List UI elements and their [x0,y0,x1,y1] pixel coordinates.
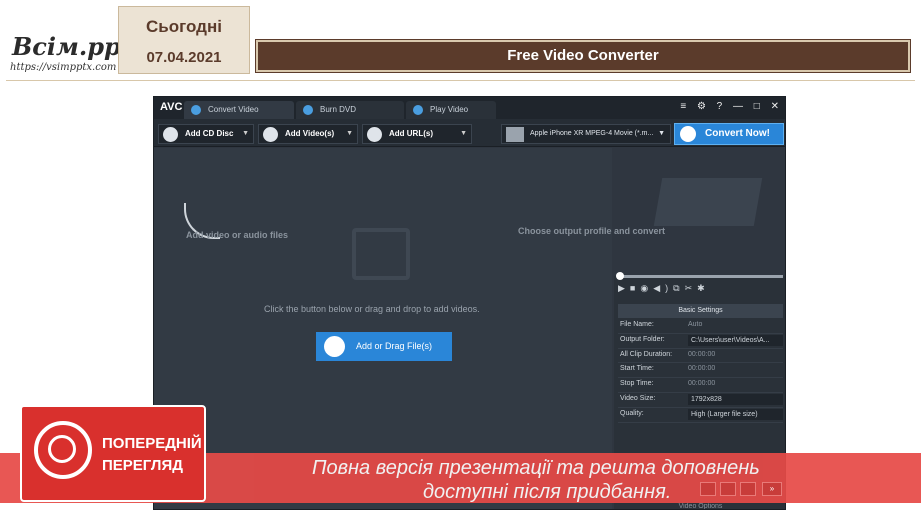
camera-icon[interactable]: ◉ [640,283,653,293]
settings-row: Quality: High (Larger file size) [618,408,783,423]
globe-add-icon [367,127,382,142]
setting-label: All Clip Duration: [620,350,673,358]
start-time-field[interactable]: 00:00:00 [688,365,783,372]
film-reel-icon [653,178,763,226]
film-add-icon [263,127,278,142]
video-options-header[interactable]: Video Options [618,503,783,509]
chevron-down-icon: ▼ [658,130,665,137]
social-icon[interactable] [700,482,716,496]
tab-label: Convert Video [208,105,259,114]
setting-label: Stop Time: [620,380,654,388]
date-plate: Сьогодні 07.04.2021 [118,6,250,74]
banner-text-line1: Повна версія презентації та решта доповн… [312,457,760,479]
tab-bar: AVC Convert Video Burn DVD Play Video ≡ … [154,97,785,119]
converter-window: AVC Convert Video Burn DVD Play Video ≡ … [153,96,786,510]
settings-row: Output Folder: C:\Users\user\Videos\A... [618,334,783,349]
app-brand: AVC [160,101,183,113]
tab-label: Burn DVD [320,105,357,114]
preview-badge-line1: ПОПЕРЕДНІЙ [102,435,202,452]
settings-row: File Name: Auto [618,319,783,334]
setting-label: Output Folder: [620,335,665,343]
logo-url: https://vsimpptx.com [10,62,117,73]
effects-icon[interactable]: ✱ [697,283,710,293]
magnifier-icon [34,421,92,479]
button-label: Add or Drag File(s) [356,341,433,351]
add-videos-button[interactable]: Add Video(s) ▼ [258,124,358,144]
cd-add-icon [163,127,178,142]
profile-value: Apple iPhone XR MPEG-4 Movie (*.m... [530,130,654,137]
tab-play-video[interactable]: Play Video [406,101,496,119]
setting-label: Video Size: [620,394,656,402]
date-value: 07.04.2021 [146,49,222,66]
quality-select[interactable]: High (Larger file size) [688,408,783,420]
stop-icon[interactable]: ■ [630,283,640,293]
preview-badge-line2: ПЕРЕГЛЯД [102,457,183,474]
volume-icon[interactable]: ◀) [653,283,673,293]
disc-icon [303,105,313,115]
settings-row: Start Time: 00:00:00 [618,363,783,379]
add-cd-disc-button[interactable]: Add CD Disc ▼ [158,124,254,144]
add-files-hint: Add video or audio files [186,230,289,240]
preview-badge[interactable]: ПОПЕРЕДНІЙ ПЕРЕГЛЯД [20,405,206,502]
cut-icon[interactable]: ✂ [685,283,698,293]
stop-time-field[interactable]: 00:00:00 [688,380,783,387]
crop-icon[interactable]: ⧉ [673,283,684,293]
chevron-down-icon[interactable]: ▼ [460,125,467,143]
add-drag-files-button[interactable]: Add or Drag File(s) [316,332,452,361]
play-icon[interactable]: ▶ [618,283,630,293]
video-size-select[interactable]: 1792x828 [688,393,783,405]
chevron-down-icon[interactable]: ▼ [242,125,249,143]
banner-text-line2: доступні після придбання. [423,481,672,503]
basic-settings-list: File Name: Auto Output Folder: C:\Users\us… [618,319,783,423]
file-name-field[interactable]: Auto [688,321,783,328]
date-label: Сьогодні [146,17,222,36]
social-icon[interactable] [720,482,736,496]
basic-settings-header[interactable]: Basic Settings [618,304,783,318]
convert-icon [680,126,696,142]
add-urls-button[interactable]: Add URL(s) ▼ [362,124,472,144]
button-label: Convert Now! [705,128,770,139]
setting-label: File Name: [620,321,654,328]
tab-convert-video[interactable]: Convert Video [184,101,294,119]
clip-duration-value: 00:00:00 [688,350,716,358]
player-controls[interactable]: ▶■◉◀)⧉✂✱ [618,283,783,297]
header-divider [6,80,915,81]
plus-icon [324,336,345,357]
output-profile-hint: Choose output profile and convert [518,226,666,236]
output-folder-field[interactable]: C:\Users\user\Videos\A... [688,334,783,346]
output-profile-select[interactable]: Apple iPhone XR MPEG-4 Movie (*.m... ▼ [501,124,671,144]
seek-bar[interactable] [616,272,783,280]
social-icon[interactable] [740,482,756,496]
button-label: Add CD Disc [185,129,234,138]
phone-icon [506,127,524,142]
button-label: Add URL(s) [389,129,433,138]
refresh-icon [191,105,201,115]
settings-row: Video Size: 1792x828 [618,393,783,408]
slide-title: Free Video Converter [507,47,659,64]
setting-label: Quality: [620,409,644,417]
film-icon [352,228,410,280]
more-icon[interactable]: » [762,482,782,496]
button-label: Add Video(s) [285,129,335,138]
tab-burn-dvd[interactable]: Burn DVD [296,101,404,119]
drag-drop-hint: Click the button below or drag and drop … [264,304,480,314]
seek-handle[interactable] [616,272,624,280]
toolbar: Add CD Disc ▼ Add Video(s) ▼ Add URL(s) ▼ A… [154,119,785,147]
play-icon [413,105,423,115]
site-logo[interactable]: Всім.pptx https://vsimpptx.com [6,30,146,80]
slide: Всім.pptx https://vsimpptx.com Сьогодні … [0,0,921,518]
slide-title-bar: Free Video Converter [255,39,911,73]
preview-area: Choose output profile and convert [518,148,785,276]
tab-label: Play Video [430,105,469,114]
setting-label: Start Time: [620,365,654,373]
settings-row: All Clip Duration: 00:00:00 [618,349,783,364]
settings-row: Stop Time: 00:00:00 [618,378,783,393]
chevron-down-icon[interactable]: ▼ [346,125,353,143]
convert-now-button[interactable]: Convert Now! [674,123,784,145]
window-controls[interactable]: ≡ ⚙ ? — □ ✕ [680,101,783,112]
